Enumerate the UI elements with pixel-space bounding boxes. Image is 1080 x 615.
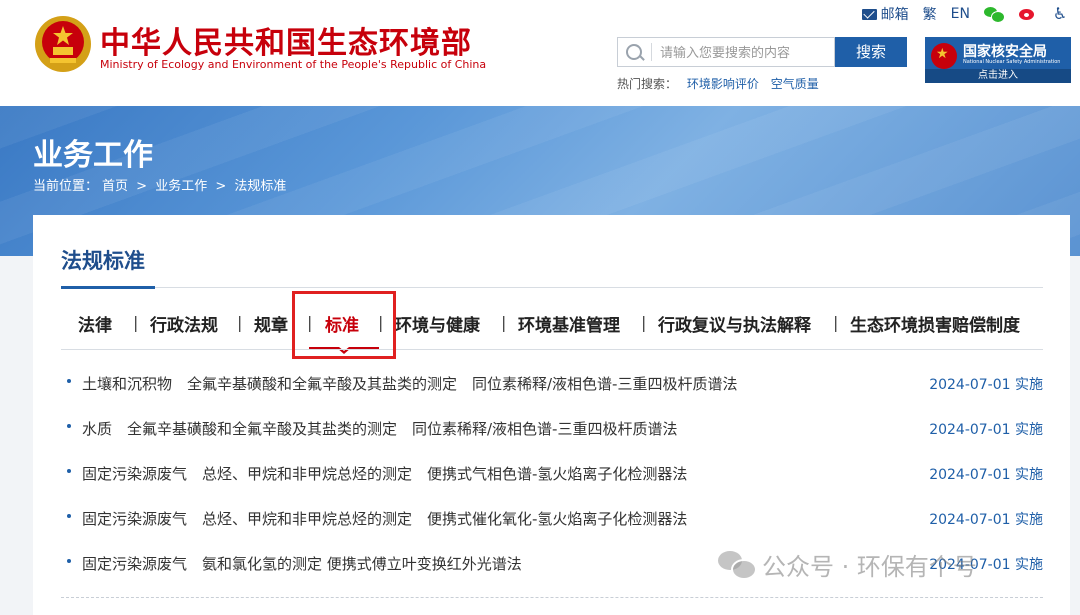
weibo-link[interactable]: [1018, 6, 1038, 22]
watermark: 公众号 · 环保有个号: [718, 544, 977, 584]
search-button[interactable]: 搜索: [835, 37, 907, 67]
category-tabs: 法律 | 行政法规 | 规章 | 标准 | 环境与健康 | 环境基准管理 | 行…: [61, 305, 1043, 354]
nuclear-emblem-icon: [931, 43, 957, 69]
item-date: 2024-07-01 实施: [929, 467, 1043, 483]
breadcrumb-separator: >: [215, 179, 227, 194]
item-title[interactable]: 固定污染源废气 总烃、甲烷和非甲烷总烃的测定 便携式催化氧化-氢火焰离子化检测器…: [82, 508, 687, 529]
mail-label: 邮箱: [880, 7, 909, 23]
section-title: 法规标准: [61, 249, 145, 273]
list-bottom-divider: [61, 597, 1043, 599]
section-title-accent: [61, 286, 155, 289]
bullet-icon: [67, 559, 71, 563]
breadcrumb-separator: >: [136, 179, 148, 194]
tab-separator: |: [133, 313, 139, 332]
bullet-icon: [67, 379, 71, 383]
tab-separator: |: [641, 313, 647, 332]
tab-environmental-benchmarks[interactable]: 环境基准管理: [518, 311, 620, 336]
tabs-divider: [61, 349, 1043, 350]
search-divider: [651, 43, 652, 61]
wechat-watermark-icon: [718, 549, 757, 580]
tab-administrative-review[interactable]: 行政复议与执法解释: [658, 311, 811, 336]
item-title[interactable]: 土壤和沉积物 全氟辛基磺酸和全氟辛酸及其盐类的测定 同位素稀释/液相色谱-三重四…: [82, 373, 737, 394]
mail-icon: [861, 8, 877, 20]
search-box: [617, 37, 835, 67]
tab-separator: |: [237, 313, 243, 332]
hot-search-item[interactable]: 环境影响评价: [687, 77, 759, 91]
hot-search-item[interactable]: 空气质量: [771, 77, 819, 91]
item-title[interactable]: 固定污染源废气 氨和氯化氢的测定 便携式傅立叶变换红外光谱法: [82, 553, 522, 574]
tab-environment-health[interactable]: 环境与健康: [395, 311, 480, 336]
accessibility-icon: ♿: [1052, 4, 1068, 23]
list-item[interactable]: 固定污染源废气 总烃、甲烷和非甲烷总烃的测定 便携式气相色谱-氢火焰离子化检测器…: [61, 451, 1043, 496]
hot-search: 热门搜索： 环境影响评价 空气质量: [617, 75, 827, 92]
nuclear-safety-link[interactable]: 国家核安全局 National Nuclear Safety Administr…: [925, 37, 1071, 83]
nuclear-title: 国家核安全局: [963, 44, 1047, 60]
breadcrumb-label: 当前位置：: [33, 179, 99, 194]
top-links: 邮箱 繁 EN ♿: [861, 4, 1068, 24]
item-date: 2024-07-01 实施: [929, 377, 1043, 393]
breadcrumb-home[interactable]: 首页: [102, 179, 128, 194]
bullet-icon: [67, 424, 71, 428]
search-input[interactable]: [658, 41, 832, 65]
annotation-highlight-box: [292, 291, 396, 359]
english-link[interactable]: EN: [951, 6, 970, 22]
accessibility-link[interactable]: ♿: [1052, 5, 1068, 23]
tab-separator: |: [501, 313, 507, 332]
watermark-text: 公众号 · 环保有个号: [762, 552, 977, 581]
nuclear-subtitle: National Nuclear Safety Administration: [963, 59, 1061, 65]
nuclear-enter: 点击进入: [925, 69, 1071, 83]
hot-search-label: 热门搜索：: [617, 77, 678, 91]
breadcrumb-level1[interactable]: 业务工作: [155, 179, 207, 194]
page-title: 业务工作: [33, 138, 153, 173]
tab-damage-compensation[interactable]: 生态环境损害赔偿制度: [850, 311, 1020, 336]
wechat-link[interactable]: [984, 6, 1005, 23]
breadcrumb-current[interactable]: 法规标准: [234, 179, 286, 194]
traditional-chinese-link[interactable]: 繁: [923, 4, 937, 24]
list-item[interactable]: 水质 全氟辛基磺酸和全氟辛酸及其盐类的测定 同位素稀释/液相色谱-三重四极杆质谱…: [61, 406, 1043, 451]
item-title[interactable]: 水质 全氟辛基磺酸和全氟辛酸及其盐类的测定 同位素稀释/液相色谱-三重四极杆质谱…: [82, 418, 677, 439]
search-icon: [626, 44, 642, 60]
mail-link[interactable]: 邮箱: [861, 4, 909, 24]
tab-law[interactable]: 法律: [78, 311, 112, 336]
breadcrumb: 当前位置： 首页 > 业务工作 > 法规标准: [33, 175, 290, 194]
section-divider: [61, 287, 1043, 288]
site-title-english[interactable]: Ministry of Ecology and Environment of t…: [100, 58, 486, 71]
site-header: 中华人民共和国生态环境部 Ministry of Ecology and Env…: [0, 0, 1080, 106]
tab-rules[interactable]: 规章: [254, 311, 288, 336]
weibo-icon: [1018, 6, 1038, 22]
bullet-icon: [67, 469, 71, 473]
wechat-icon: [984, 6, 1005, 23]
national-emblem-icon[interactable]: [33, 14, 93, 74]
item-date: 2024-07-01 实施: [929, 422, 1043, 438]
site-title[interactable]: 中华人民共和国生态环境部: [100, 18, 472, 62]
item-title[interactable]: 固定污染源废气 总烃、甲烷和非甲烷总烃的测定 便携式气相色谱-氢火焰离子化检测器…: [82, 463, 687, 484]
list-item[interactable]: 土壤和沉积物 全氟辛基磺酸和全氟辛酸及其盐类的测定 同位素稀释/液相色谱-三重四…: [61, 361, 1043, 406]
bullet-icon: [67, 514, 71, 518]
list-item[interactable]: 固定污染源废气 总烃、甲烷和非甲烷总烃的测定 便携式催化氧化-氢火焰离子化检测器…: [61, 496, 1043, 541]
item-date: 2024-07-01 实施: [929, 512, 1043, 528]
tab-separator: |: [833, 313, 839, 332]
tab-administrative-regulations[interactable]: 行政法规: [150, 311, 218, 336]
